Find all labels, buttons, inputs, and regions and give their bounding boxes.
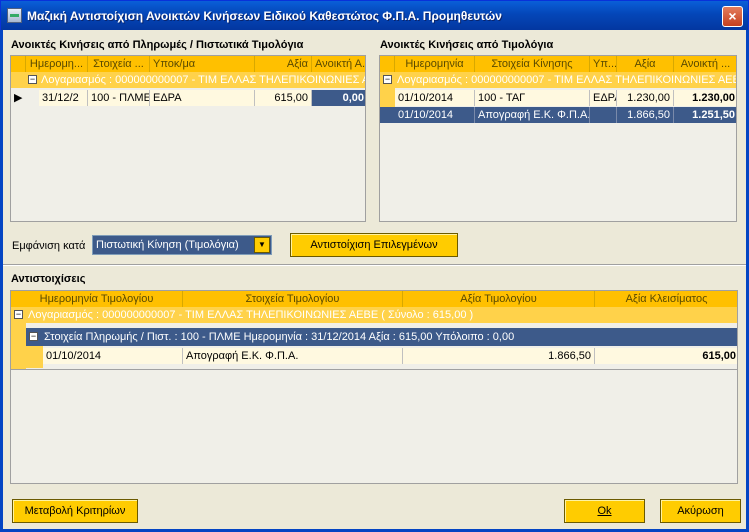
left-grid[interactable]: Ημερομη... Στοιχεία ... Υποκ/μα Αξία Ανο… (10, 55, 366, 222)
subgroup-row[interactable]: − Στοιχεία Πληρωμής / Πιστ. : 100 - ΠΛΜΕ… (26, 328, 737, 346)
matches-grid[interactable]: Ημερομηνία Τιμολογίου Στοιχεία Τιμολογίο… (10, 290, 738, 484)
column-header[interactable]: Αξία (617, 56, 674, 72)
cell-value[interactable]: 615,00 (255, 90, 312, 106)
table-row[interactable]: 01/10/2014 Απογραφή Ε.Κ. Φ.Π.Α. 1.866,50… (11, 348, 737, 364)
left-panel-label: Ανοικτές Κινήσεις από Πληρωμές / Πιστωτι… (11, 39, 304, 51)
chevron-down-icon[interactable]: ▼ (254, 237, 270, 253)
column-header[interactable]: Ανοικτή Α... (312, 56, 365, 72)
close-button[interactable]: × (722, 6, 743, 27)
cell-value[interactable]: 1.866,50 (617, 107, 674, 123)
cell-info[interactable]: Απογραφή Ε.Κ. Φ.Π.Α. (183, 348, 403, 364)
group-row[interactable]: − Λογαριασμός : 000000000007 - ΤΙΜ ΕΛΛΑΣ… (380, 72, 737, 88)
left-grid-header: Ημερομη... Στοιχεία ... Υποκ/μα Αξία Ανο… (11, 56, 365, 72)
column-header[interactable]: Στοιχεία Τιμολογίου (183, 291, 403, 307)
column-header[interactable]: Υποκ/μα (150, 56, 255, 72)
match-selected-button[interactable]: Αντιστοίχιση Επιλεγμένων (290, 233, 458, 257)
column-header[interactable]: Ημερομηνία (395, 56, 475, 72)
display-select-value: Πιστωτική Κίνηση (Τιμολόγια) (96, 239, 239, 251)
cell-value[interactable]: 1.230,00 (617, 90, 674, 106)
ok-button[interactable]: Ok (564, 499, 645, 523)
matches-grid-header: Ημερομηνία Τιμολογίου Στοιχεία Τιμολογίο… (11, 291, 737, 307)
close-icon: × (728, 8, 737, 24)
cell-open[interactable]: 0,00 (312, 90, 365, 106)
column-header[interactable]: Υπ... (590, 56, 617, 72)
title-bar: Μαζική Αντιστοίχιση Ανοικτών Κινήσεων Ει… (0, 0, 749, 30)
collapse-icon[interactable]: − (29, 332, 38, 341)
app-icon (7, 8, 22, 23)
display-label: Εμφάνιση κατά (12, 240, 86, 252)
cell-date[interactable]: 01/10/2014 (43, 348, 183, 364)
cell-value[interactable]: 1.866,50 (403, 348, 595, 364)
cell-info[interactable]: 100 - ΠΛΜΕ (88, 90, 150, 106)
cell-date[interactable]: 01/10/2014 (395, 90, 475, 106)
window-title: Μαζική Αντιστοίχιση Ανοικτών Κινήσεων Ει… (27, 9, 502, 23)
group-row[interactable]: − Λογαριασμός : 000000000007 - ΤΙΜ ΕΛΛΑΣ… (11, 307, 737, 323)
column-header[interactable]: Αξία Κλεισίματος (595, 291, 737, 307)
cell-info[interactable]: Απογραφή Ε.Κ. Φ.Π.Α. (475, 107, 590, 123)
column-header[interactable]: Ανοικτή ... (674, 56, 736, 72)
cell-branch[interactable]: ΕΔΡΑ (150, 90, 255, 106)
right-panel-label: Ανοικτές Κινήσεις από Τιμολόγια (380, 39, 554, 51)
table-row[interactable]: 01/10/2014 100 - ΤΑΓ ΕΔΡΑ 1.230,00 1.230… (380, 90, 736, 106)
group-label: Λογαριασμός : 000000000007 - ΤΙΜ ΕΛΛΑΣ Τ… (28, 309, 474, 321)
collapse-icon[interactable]: − (14, 310, 23, 319)
column-header[interactable]: Ημερομηνία Τιμολογίου (11, 291, 183, 307)
table-row[interactable]: ▶ 31/12/2 100 - ΠΛΜΕ ΕΔΡΑ 615,00 0,00 (11, 90, 365, 106)
cell-branch[interactable] (590, 107, 617, 123)
row-indicator-icon: ▶ (14, 92, 23, 104)
group-label: Λογαριασμός : 000000000007 - ΤΙΜ ΕΛΛΑΣ Τ… (41, 74, 366, 86)
cell-branch[interactable]: ΕΔΡΑ (590, 90, 617, 106)
cell-info[interactable]: 100 - ΤΑΓ (475, 90, 590, 106)
display-select[interactable]: Πιστωτική Κίνηση (Τιμολόγια) ▼ (92, 235, 272, 255)
right-grid[interactable]: Ημερομηνία Στοιχεία Κίνησης Υπ... Αξία Α… (379, 55, 737, 222)
collapse-icon[interactable]: − (383, 75, 392, 84)
column-header[interactable]: Ημερομη... (26, 56, 88, 72)
group-row[interactable]: − Λογαριασμός : 000000000007 - ΤΙΜ ΕΛΛΑΣ… (11, 72, 366, 88)
subgroup-label: Στοιχεία Πληρωμής / Πιστ. : 100 - ΠΛΜΕ Η… (44, 331, 515, 343)
column-header[interactable]: Στοιχεία Κίνησης (475, 56, 590, 72)
cell-date[interactable]: 31/12/2 (39, 90, 88, 106)
divider (3, 264, 746, 266)
cell-open[interactable]: 1.230,00 (674, 90, 736, 106)
cell-open[interactable]: 1.251,50 (674, 107, 736, 123)
column-header[interactable]: Αξία (255, 56, 312, 72)
change-criteria-button[interactable]: Μεταβολή Κριτηρίων (12, 499, 138, 523)
right-grid-header: Ημερομηνία Στοιχεία Κίνησης Υπ... Αξία Α… (380, 56, 736, 72)
cell-close[interactable]: 615,00 (595, 348, 737, 364)
cell-date[interactable]: 01/10/2014 (395, 107, 475, 123)
group-label: Λογαριασμός : 000000000007 - ΤΙΜ ΕΛΛΑΣ Τ… (397, 74, 737, 86)
column-header[interactable]: Αξία Τιμολογίου (403, 291, 595, 307)
collapse-icon[interactable]: − (28, 75, 37, 84)
column-header[interactable]: Στοιχεία ... (88, 56, 150, 72)
cancel-button[interactable]: Ακύρωση (660, 499, 741, 523)
matches-label: Αντιστοιχίσεις (11, 273, 86, 285)
table-row-selected[interactable]: 01/10/2014 Απογραφή Ε.Κ. Φ.Π.Α. 1.866,50… (380, 107, 736, 123)
